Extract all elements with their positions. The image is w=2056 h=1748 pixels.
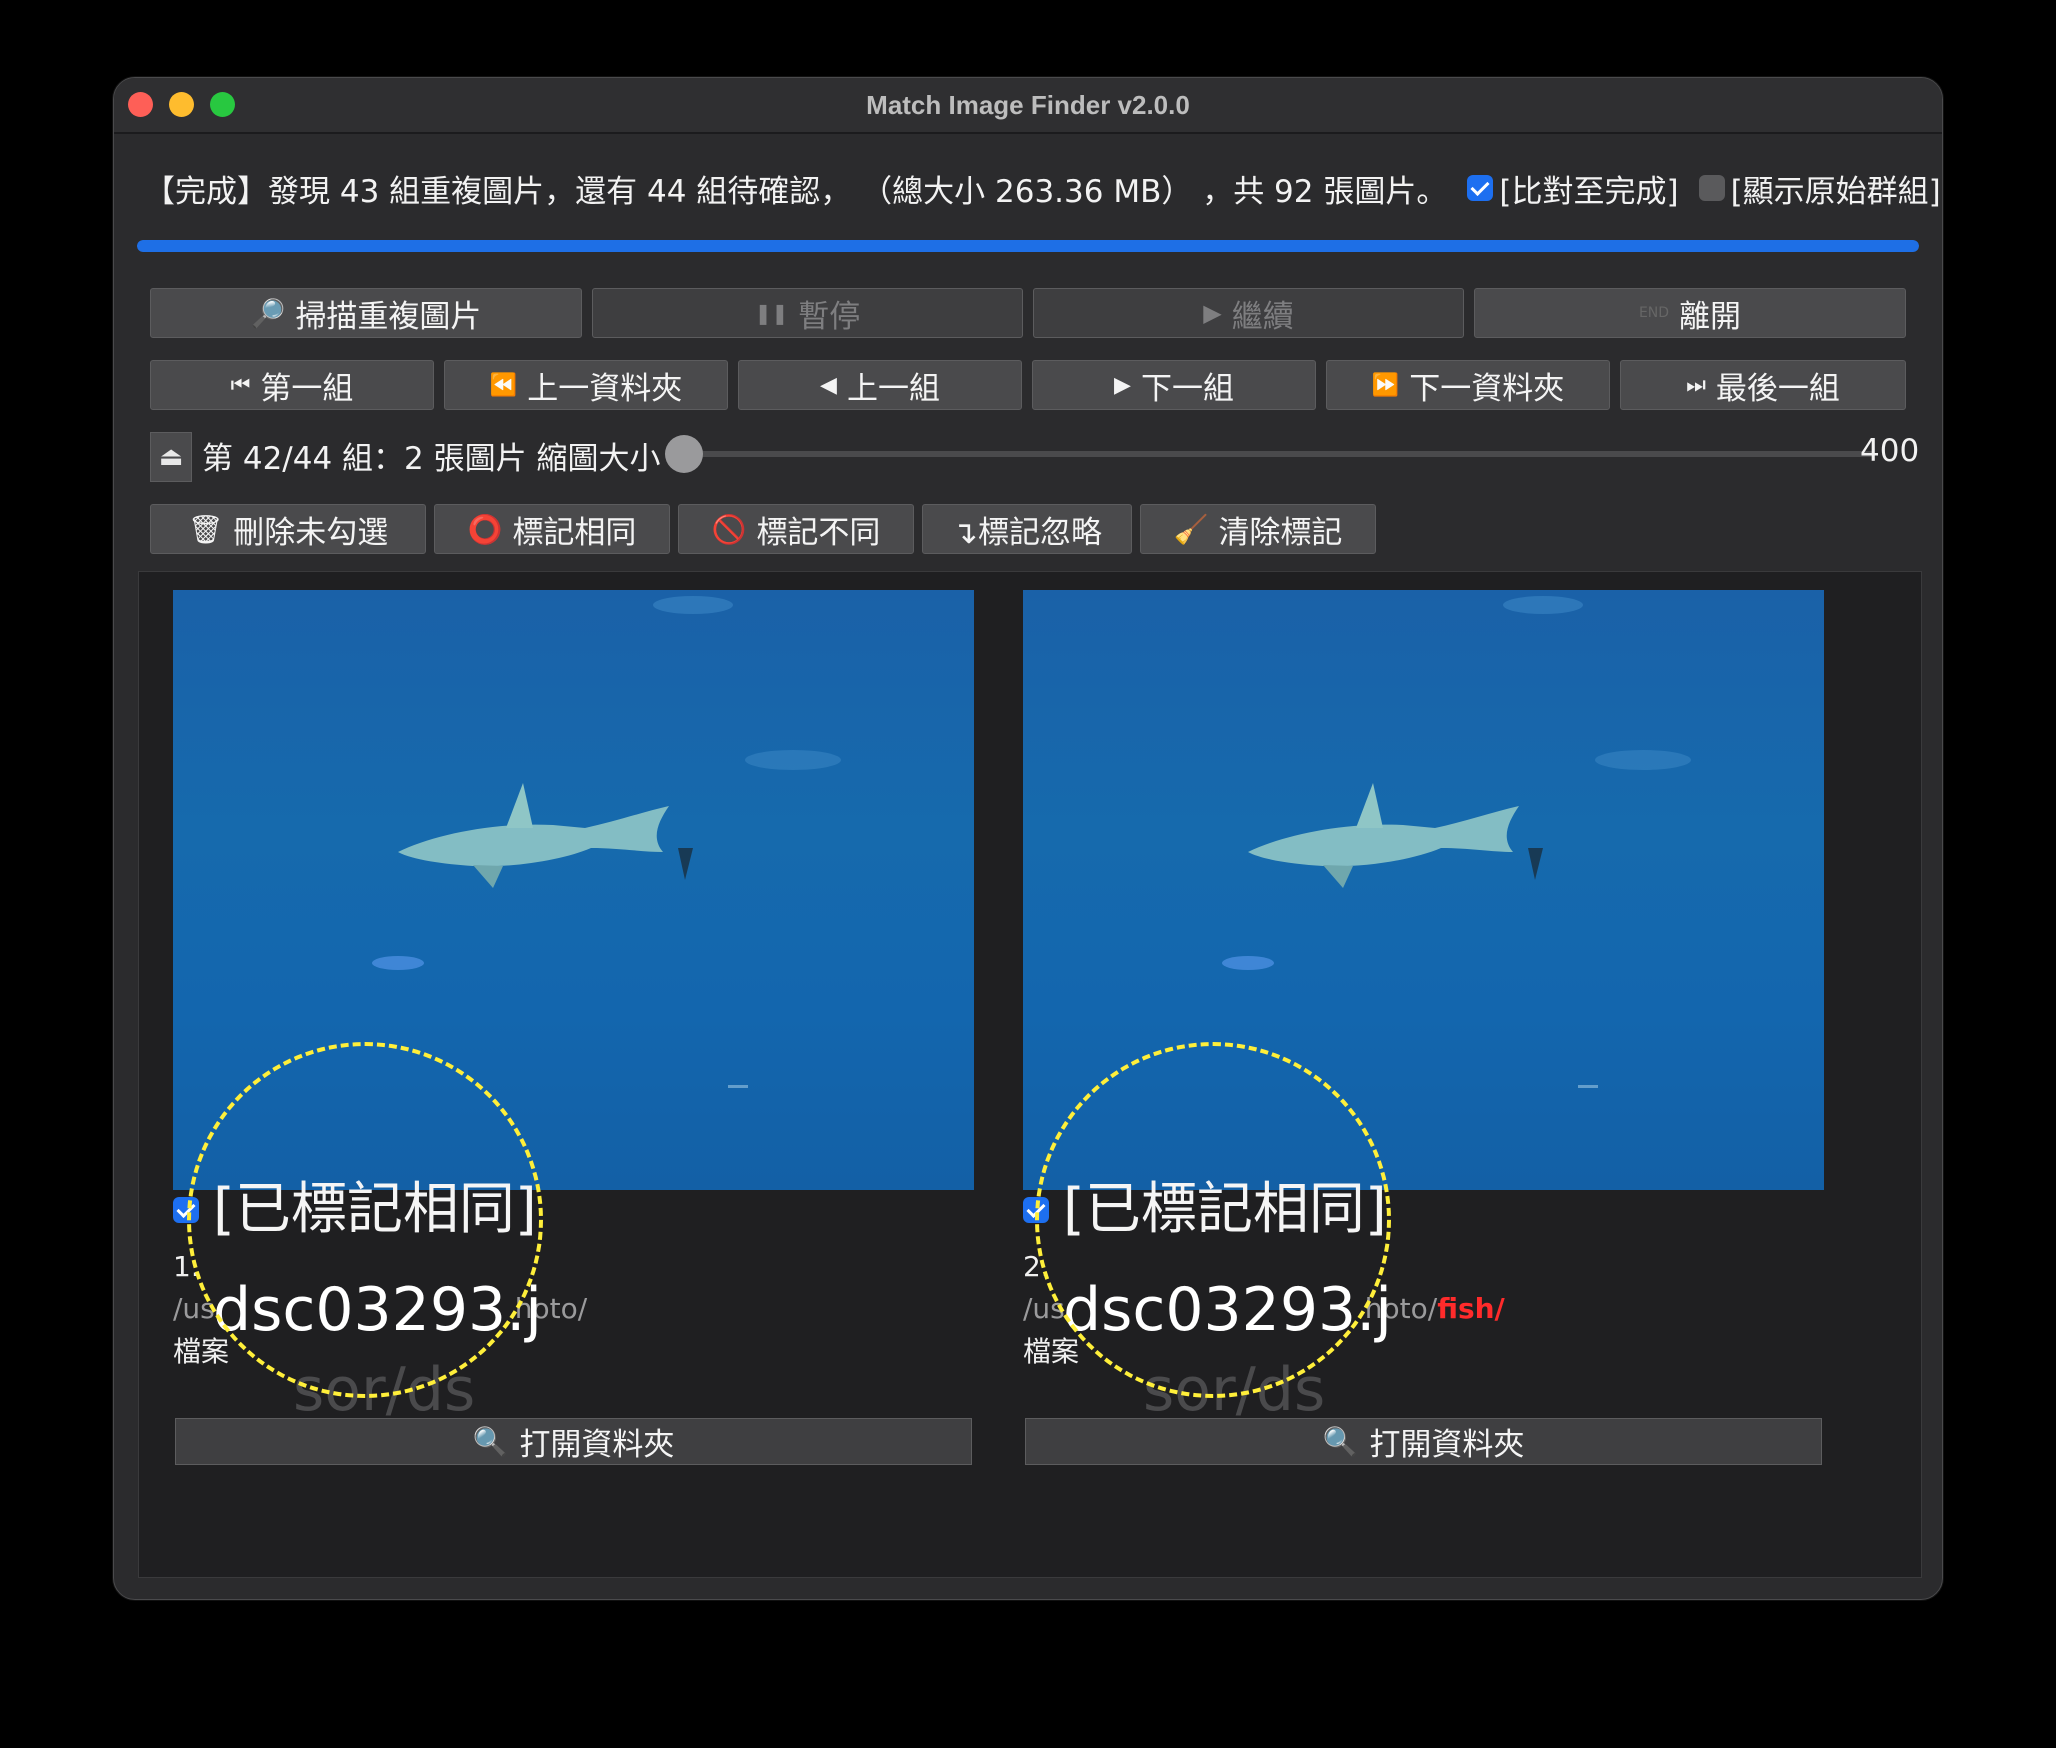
broom-icon: 🧹 xyxy=(1173,512,1209,546)
open-folder-label: 打開資料夾 xyxy=(1369,1427,1525,1463)
results-panel: [已標記相同] 1. /us hoto/ dsc03293.j 檔案 sor/ds… xyxy=(138,571,1922,1578)
image-card: [已標記相同] 2. /us hoto/fish/ dsc03293.j 檔案 s… xyxy=(1023,590,1824,1510)
scan-label: 掃描重複圖片 xyxy=(295,298,482,335)
next-group-label: 下一組 xyxy=(1140,370,1234,407)
pause-label: 暫停 xyxy=(798,298,861,335)
thumbnail-image[interactable] xyxy=(173,590,974,1190)
mark-same-label: 標記相同 xyxy=(512,514,637,551)
thumbnail-image[interactable] xyxy=(1023,590,1824,1190)
window-title: Match Image Finder v2.0.0 xyxy=(866,89,1190,120)
slider-knob[interactable] xyxy=(665,435,703,473)
magnified-path: sor/ds xyxy=(1143,1355,1326,1425)
minimize-button[interactable] xyxy=(169,92,194,117)
checkbox-checked-icon[interactable] xyxy=(1467,175,1494,201)
resume-label: 繼續 xyxy=(1231,298,1294,335)
search-icon: 🔍 xyxy=(472,1425,508,1458)
next-group-button[interactable]: ▶ 下一組 xyxy=(1032,360,1316,410)
status-message: 【完成】發現 43 組重複圖片，還有 44 組待確認， （總大小 263.36 … xyxy=(144,173,1448,210)
fast-forward-icon: ⏩ xyxy=(1371,372,1400,398)
mark-ignore-button[interactable]: ↴標記忽略 xyxy=(922,504,1132,554)
rewind-icon: ⏪ xyxy=(489,372,518,398)
next-folder-button[interactable]: ⏩ 下一資料夾 xyxy=(1326,360,1610,410)
keep-checkbox[interactable] xyxy=(1023,1197,1049,1223)
status-bar: 【完成】發現 43 組重複圖片，還有 44 組待確認， （總大小 263.36 … xyxy=(144,158,1941,218)
next-folder-label: 下一資料夾 xyxy=(1409,370,1565,407)
progress-fill xyxy=(137,240,1919,252)
close-button[interactable] xyxy=(128,92,153,117)
magnifier-icon: 🔎 xyxy=(250,296,286,330)
checkbox-unchecked-icon[interactable] xyxy=(1698,175,1725,201)
prev-folder-button[interactable]: ⏪ 上一資料夾 xyxy=(444,360,728,410)
exit-label: 離開 xyxy=(1679,298,1742,335)
file-name: dsc03293.j xyxy=(213,1275,542,1345)
play-icon: ▶ xyxy=(1203,299,1222,327)
progress-bar xyxy=(137,240,1919,252)
clear-marks-button[interactable]: 🧹 清除標記 xyxy=(1140,504,1376,554)
pause-button[interactable]: ❚❚ 暫停 xyxy=(592,288,1023,338)
search-icon: 🔍 xyxy=(1322,1425,1358,1458)
path-highlight: fish/ xyxy=(1437,1292,1505,1325)
path-prefix: /us xyxy=(1023,1292,1065,1325)
mark-status: [已標記相同] xyxy=(213,1177,537,1242)
mark-same-button[interactable]: ⭕ 標記相同 xyxy=(434,504,670,554)
trash-icon: 🗑 xyxy=(187,512,224,546)
clear-marks-label: 清除標記 xyxy=(1218,514,1343,551)
keep-checkbox[interactable] xyxy=(173,1197,199,1223)
first-group-label: 第一組 xyxy=(260,370,354,407)
image-card: [已標記相同] 1. /us hoto/ dsc03293.j 檔案 sor/ds… xyxy=(173,590,974,1510)
mark-diff-label: 標記不同 xyxy=(756,514,881,551)
thumbnail-size-value: 400 xyxy=(1860,433,1920,469)
open-folder-button[interactable]: 🔍 打開資料夾 xyxy=(175,1418,972,1465)
image-index: 2. xyxy=(1023,1250,1050,1283)
first-group-button[interactable]: ⏮ 第一組 xyxy=(150,360,434,410)
last-group-button[interactable]: ⏭ 最後一組 xyxy=(1620,360,1906,410)
prev-group-button[interactable]: ◀ 上一組 xyxy=(738,360,1022,410)
skip-start-icon: ⏮ xyxy=(230,372,251,398)
mark-diff-button[interactable]: 🚫 標記不同 xyxy=(678,504,914,554)
back-icon: ◀ xyxy=(820,372,837,398)
titlebar: Match Image Finder v2.0.0 xyxy=(114,78,1942,134)
skip-end-icon: ⏭ xyxy=(1686,372,1706,398)
collapse-button[interactable]: ⏏ xyxy=(150,432,192,482)
mark-row: [已標記相同] xyxy=(173,1182,974,1238)
delete-unchecked-label: 刪除未勾選 xyxy=(233,514,389,551)
mark-row: [已標記相同] xyxy=(1023,1182,1824,1238)
compare-to-done-label: [比對至完成] xyxy=(1499,173,1679,210)
forward-icon: ▶ xyxy=(1114,372,1131,398)
app-window: Match Image Finder v2.0.0 【完成】發現 43 組重複圖… xyxy=(113,77,1943,1600)
mark-ignore-label: ↴標記忽略 xyxy=(952,514,1102,551)
group-info: 第 42/44 組：2 張圖片 縮圖大小 xyxy=(202,441,661,477)
show-original-groups-label: [顯示原始群組] xyxy=(1730,173,1941,210)
show-original-groups-checkbox[interactable]: [顯示原始群組] xyxy=(1698,166,1941,211)
end-icon: END xyxy=(1638,305,1670,321)
pause-icon: ❚❚ xyxy=(754,301,789,325)
scan-button[interactable]: 🔎 掃描重複圖片 xyxy=(150,288,582,338)
eject-icon: ⏏ xyxy=(158,442,184,472)
thumbnail-size-slider[interactable] xyxy=(684,451,1874,457)
delete-unchecked-button[interactable]: 🗑 刪除未勾選 xyxy=(150,504,426,554)
path-prefix: /us xyxy=(173,1292,215,1325)
zoom-button[interactable] xyxy=(210,92,235,117)
open-folder-button[interactable]: 🔍 打開資料夾 xyxy=(1025,1418,1822,1465)
window-controls xyxy=(128,92,235,117)
file-label: 檔案 xyxy=(1023,1335,1080,1368)
prohibited-icon: 🚫 xyxy=(711,512,747,546)
circle-icon: ⭕ xyxy=(467,512,503,546)
magnified-path: sor/ds xyxy=(293,1355,476,1425)
prev-folder-label: 上一資料夾 xyxy=(527,370,683,407)
exit-button[interactable]: END 離開 xyxy=(1474,288,1906,338)
last-group-label: 最後一組 xyxy=(1715,370,1840,407)
open-folder-label: 打開資料夾 xyxy=(519,1427,675,1463)
prev-group-label: 上一組 xyxy=(846,370,940,407)
file-label: 檔案 xyxy=(173,1335,230,1368)
file-name: dsc03293.j xyxy=(1063,1275,1392,1345)
image-index: 1. xyxy=(173,1250,200,1283)
resume-button[interactable]: ▶ 繼續 xyxy=(1033,288,1464,338)
mark-status: [已標記相同] xyxy=(1063,1177,1387,1242)
compare-to-done-checkbox[interactable]: [比對至完成] xyxy=(1467,166,1679,211)
